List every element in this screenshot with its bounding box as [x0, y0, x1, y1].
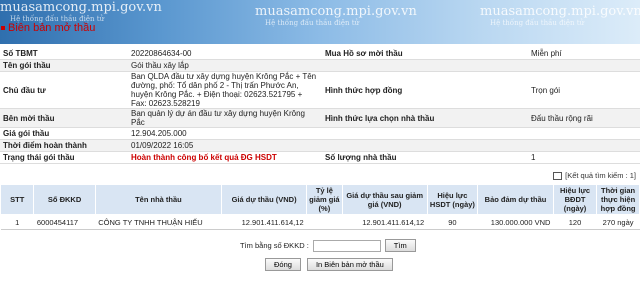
cell-bao-dam: 130.000.000 VND: [477, 214, 554, 230]
bullet-icon: [1, 26, 5, 30]
cell-ten-nha-thau: CÔNG TY TNHH THUẬN HIẾU: [95, 214, 222, 230]
value-ben-moi: Ban quản lý dự án đầu tư xây dựng huyện …: [128, 108, 322, 128]
print-icon: [553, 171, 563, 180]
table-header-row: STT Số ĐKKD Tên nhà thầu Giá dự thầu (VN…: [0, 184, 640, 215]
search-label: Tìm bằng số ĐKKD :: [240, 241, 309, 250]
action-buttons: Đóng In Biên bản mở thầu: [265, 258, 393, 271]
label-so-luong: Số lượng nhà thầu: [322, 151, 528, 164]
results-count[interactable]: [Kết quả tìm kiếm : 1]: [553, 171, 636, 180]
page-title: Biên bản mở thầu: [8, 22, 96, 34]
watermark: muasamcong.mpi.gov.vn Hệ thống đấu thầu …: [255, 4, 417, 27]
watermark: muasamcong.mpi.gov.vn Hệ thống đấu thầu …: [480, 4, 640, 27]
search-bar: Tìm bằng số ĐKKD : Tìm: [240, 239, 416, 252]
col-ten-nha-thau: Tên nhà thầu: [94, 184, 223, 215]
col-stt: STT: [0, 184, 35, 215]
bidders-table: STT Số ĐKKD Tên nhà thầu Giá dự thầu (VN…: [0, 184, 640, 230]
cell-hieu-luc-hsdt: 90: [427, 214, 478, 230]
cell-gia-sau-giam: 12.901.411.614,12: [342, 214, 428, 230]
table-row: 1 6000454117 CÔNG TY TNHH THUẬN HIẾU 12.…: [0, 214, 640, 230]
label-hinh-thuc-hd: Hình thức hợp đồng: [322, 71, 528, 109]
label-thoi-diem: Thời điểm hoàn thành: [0, 139, 128, 152]
value-thoi-diem: 01/09/2022 16:05: [128, 139, 322, 152]
col-so-dkkd: Số ĐKKD: [33, 184, 96, 215]
value-gia-goi: 12.904.205.000: [128, 127, 322, 140]
value-mua-hs: Miễn phí: [528, 48, 640, 60]
label-ten-goi: Tên gói thầu: [0, 59, 128, 72]
search-input[interactable]: [312, 239, 381, 252]
bid-info-table: Số TBMT 20220864634-00 Mua Hồ sơ mời thầ…: [0, 48, 640, 164]
label-mua-hs: Mua Hồ sơ mời thầu: [322, 48, 528, 60]
label-gia-goi: Giá gói thầu: [0, 127, 128, 140]
cell-gia-du-thau: 12.901.411.614,12: [221, 214, 307, 230]
value-ten-goi: Gói thầu xây lắp: [128, 59, 322, 72]
label-trang-thai: Trạng thái gói thầu: [0, 151, 128, 164]
label-hinh-thuc-lc: Hình thức lựa chọn nhà thầu: [322, 108, 528, 128]
col-hieu-luc-bddt: Hiệu lực BĐDT (ngày): [552, 184, 598, 215]
label-chu-dau-tu: Chủ đầu tư: [0, 71, 128, 109]
header-banner: muasamcong.mpi.gov.vn Hệ thống đấu thầu …: [0, 0, 640, 44]
label-ben-moi: Bên mời thầu: [0, 108, 128, 128]
cell-ty-le: [306, 214, 343, 230]
value-so-luong: 1: [528, 151, 640, 164]
cell-stt: 1: [0, 214, 34, 230]
search-button[interactable]: Tìm: [384, 239, 416, 252]
col-thoi-gian: Thời gian thực hiện hợp đồng: [596, 184, 640, 215]
close-button[interactable]: Đóng: [265, 258, 301, 271]
cell-so-dkkd: 6000454117: [33, 214, 96, 230]
col-bao-dam: Bảo đảm dự thầu: [477, 184, 554, 215]
value-hinh-thuc-lc: Đấu thầu rộng rãi: [528, 108, 640, 128]
value-so-tbmt: 20220864634-00: [128, 48, 322, 60]
col-gia-du-thau: Giá dự thầu (VND): [221, 184, 308, 215]
value-chu-dau-tu: Ban QLDA đầu tư xây dựng huyện Krông Pắc…: [128, 71, 322, 109]
cell-hieu-luc-bddt: 120: [553, 214, 597, 230]
value-hinh-thuc-hd: Trọn gói: [528, 71, 640, 109]
print-report-button[interactable]: In Biên bản mở thầu: [306, 258, 393, 271]
label-so-tbmt: Số TBMT: [0, 48, 128, 60]
col-hieu-luc-hsdt: Hiệu lực HSDT (ngày): [426, 184, 479, 215]
value-trang-thai: Hoàn thành công bố kết quả ĐG HSDT: [128, 151, 322, 164]
page-title-bar: Biên bản mở thầu: [0, 20, 95, 36]
col-gia-sau-giam: Giá dự thầu sau giảm giá (VND): [341, 184, 428, 215]
col-ty-le: Tỷ lệ giảm giá (%): [306, 184, 343, 215]
cell-thoi-gian: 270 ngày: [596, 214, 640, 230]
